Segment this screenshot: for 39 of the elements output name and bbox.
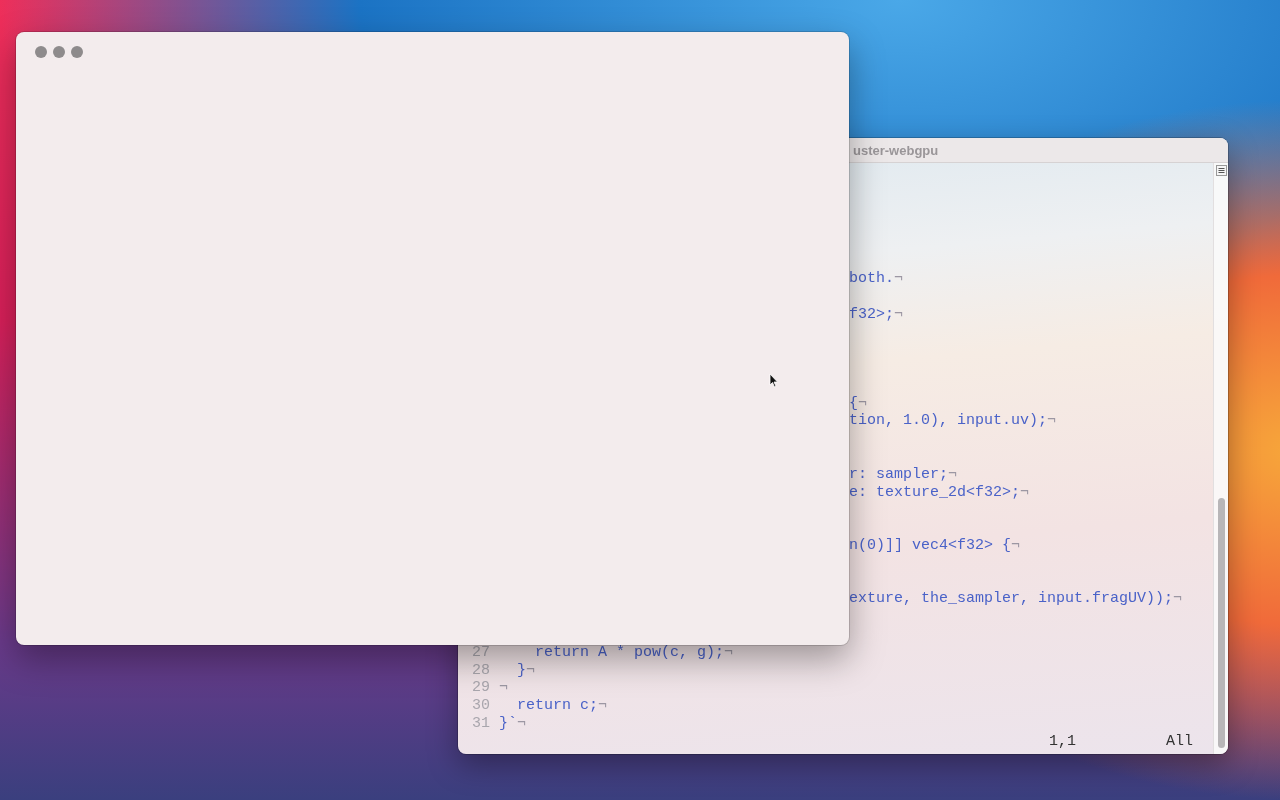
split-icon[interactable] (1215, 165, 1227, 176)
line-number: 31 (471, 714, 491, 733)
code-fragment: f32>; (849, 305, 894, 324)
window-title: uster-webgpu (852, 142, 939, 158)
line-number: 28 (471, 661, 491, 680)
code-fragment: n(0)]] vec4<f32> { (849, 536, 1012, 555)
code-line: }` (499, 714, 517, 733)
eol-mark: ¬ (1173, 590, 1183, 609)
window-control-dot[interactable] (35, 46, 47, 58)
scroll-position: All (1166, 732, 1194, 750)
cursor-position: 1,1 (1049, 732, 1076, 750)
code-line: return A * pow(c, g); (534, 643, 725, 662)
window-control-dot[interactable] (71, 46, 83, 58)
eol-mark: ¬ (1020, 483, 1030, 502)
window-control-dot[interactable] (53, 46, 65, 58)
eol-mark: ¬ (598, 697, 608, 715)
eol-mark: ¬ (526, 661, 536, 680)
eol-mark: ¬ (517, 714, 527, 733)
eol-mark: ¬ (1011, 536, 1021, 555)
eol-mark: ¬ (1047, 412, 1057, 431)
scrollbar-thumb[interactable] (1217, 498, 1225, 748)
line-number: 27 (471, 643, 491, 662)
code-line: return c; (516, 697, 599, 715)
code-fragment: e: texture_2d<f32>; (849, 483, 1021, 502)
mouse-pointer-icon (769, 373, 779, 388)
code-fragment: exture, the_sampler, input.fragUV)); (849, 590, 1174, 609)
code-fragment: { (849, 394, 858, 413)
line-number: 29 (471, 679, 491, 698)
eol-mark: ¬ (894, 270, 904, 288)
code-fragment: both. (849, 270, 894, 288)
eol-mark: ¬ (948, 465, 958, 484)
eol-mark: ¬ (894, 305, 904, 324)
eol-mark: ¬ (724, 643, 734, 662)
eol-mark: ¬ (499, 679, 508, 698)
code-fragment: tion, 1.0), input.uv); (849, 412, 1048, 431)
eol-mark: ¬ (858, 394, 868, 413)
code-line: } (516, 661, 526, 680)
code-fragment: r: sampler; (849, 465, 949, 484)
line-number: 30 (471, 697, 491, 715)
